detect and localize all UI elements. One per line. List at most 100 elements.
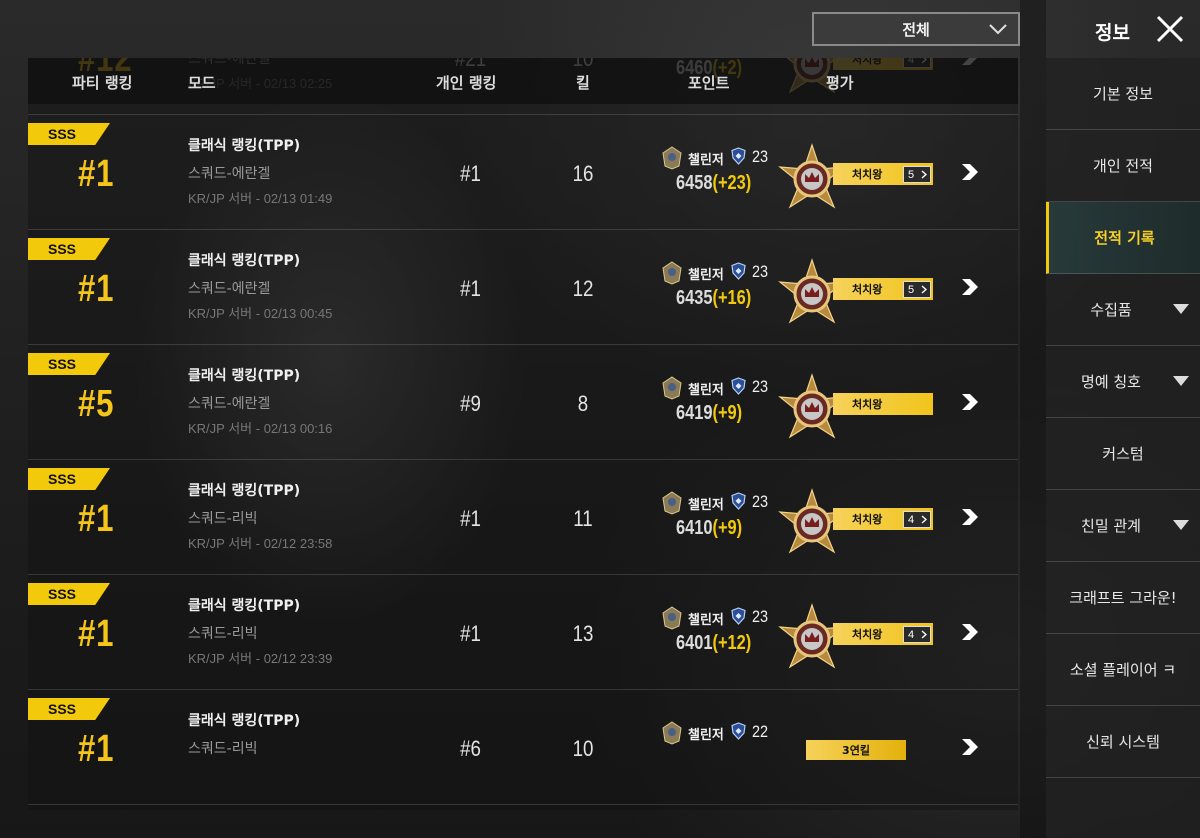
personal-rank: #1 — [460, 621, 481, 646]
kill-count: 8 — [577, 391, 589, 416]
award-label: 처치왕 — [852, 168, 883, 181]
tier-level: 23 — [752, 377, 769, 396]
sidebar-item-5[interactable]: 명예 칭호 — [1046, 346, 1200, 418]
sidebar-item-3[interactable]: 전적 기록 — [1046, 202, 1200, 274]
sidebar-item-8[interactable]: 크래프트 그라운! — [1046, 562, 1200, 634]
sidebar-item-10[interactable]: 신뢰 시스템 — [1046, 706, 1200, 778]
award-count[interactable]: 5 — [903, 166, 931, 183]
mode-map: 스쿼드-에란겔 — [188, 396, 271, 412]
server-time: KR/JP 서버 - 02/13 01:49 — [188, 191, 333, 206]
table-row[interactable]: SSS #5 클래식 랭킹(TPP) 스쿼드-에란겔 KR/JP 서버 - 02… — [28, 345, 1018, 460]
kill-count: 11 — [573, 506, 593, 531]
tier-name: 챌린저 — [688, 498, 724, 513]
chevron-right-icon[interactable] — [960, 162, 982, 182]
sidebar-item-label: 친밀 관계 — [1081, 517, 1141, 535]
tier-name: 챌린저 — [688, 728, 724, 743]
award-label: 처치왕 — [852, 283, 883, 296]
sidebar-item-2[interactable]: 개인 전적 — [1046, 130, 1200, 202]
server-time: KR/JP 서버 - 02/12 23:58 — [188, 536, 333, 551]
panel-gutter — [1020, 0, 1046, 838]
sidebar-item-9[interactable]: 소셜 플레이어 ㅋ — [1046, 634, 1200, 706]
kill-count: 12 — [572, 276, 594, 301]
party-rank: #1 — [78, 728, 115, 770]
award-count[interactable]: 4 — [903, 511, 931, 528]
kill-count: 16 — [572, 161, 594, 186]
award-count[interactable]: 4 — [903, 626, 931, 643]
mode-map: 스쿼드-에란겔 — [188, 281, 271, 297]
close-icon[interactable] — [1153, 12, 1187, 46]
chevron-right-icon[interactable] — [960, 277, 982, 297]
mode-map: 스쿼드-에란겔 — [188, 166, 271, 182]
sidebar-item-label: 소셜 플레이어 ㅋ — [1069, 661, 1177, 679]
points-delta: (+9) — [712, 402, 743, 424]
sidebar-item-7[interactable]: 친밀 관계 — [1046, 490, 1200, 562]
column-header-kills: 킬 — [576, 74, 590, 92]
party-rank: #1 — [78, 613, 115, 655]
grade-badge: SSS — [28, 123, 110, 145]
tier-name: 챌린저 — [688, 613, 724, 628]
sidebar-item-4[interactable]: 수집품 — [1046, 274, 1200, 346]
shield-icon — [731, 377, 746, 395]
chevron-right-icon[interactable] — [960, 392, 982, 412]
rank-points: 6401(+12) — [676, 632, 751, 655]
chevron-right-icon[interactable] — [960, 622, 982, 642]
points-delta: (+9) — [712, 517, 743, 539]
personal-rank: #1 — [460, 506, 481, 531]
shield-icon — [731, 722, 746, 740]
filter-value: 전체 — [902, 20, 930, 39]
chevron-right-icon — [921, 170, 927, 179]
kill-count: 13 — [572, 621, 594, 646]
table-header: 파티 랭킹 모드 개인 랭킹 킬 포인트 평가 — [28, 58, 1018, 104]
tier-level: 23 — [752, 262, 769, 281]
sidebar-item-label: 신뢰 시스템 — [1086, 733, 1160, 751]
sidebar-item-label: 크래프트 그라운! — [1069, 589, 1177, 607]
grade-badge: SSS — [28, 353, 110, 375]
points-value: 6458 — [676, 172, 713, 194]
chevron-right-icon[interactable] — [960, 507, 982, 527]
filter-dropdown[interactable]: 전체 — [812, 12, 1020, 46]
caret-down-icon — [1173, 520, 1189, 530]
table-row[interactable]: SSS #1 클래식 랭킹(TPP) 스쿼드-리빅 KR/JP 서버 - 02/… — [28, 575, 1018, 690]
points-value: 6419 — [676, 402, 713, 424]
shield-icon — [731, 492, 746, 510]
mode-name: 클래식 랭킹(TPP) — [188, 368, 301, 384]
tier-name: 챌린저 — [688, 268, 724, 283]
match-history-panel: 파티 랭킹 모드 개인 랭킹 킬 포인트 평가 #12 스쿼드-에란겔 KR/J… — [28, 58, 1018, 810]
grade-badge: SSS — [28, 238, 110, 260]
award-count[interactable]: 5 — [903, 281, 931, 298]
table-row[interactable]: SSS #1 클래식 랭킹(TPP) 스쿼드-리빅 KR/JP 서버 - 02/… — [28, 460, 1018, 575]
streak-label: 3연킬 — [842, 744, 870, 757]
personal-rank: #9 — [460, 391, 481, 416]
rank-points: 6410(+9) — [676, 517, 742, 540]
mode-map: 스쿼드-리빅 — [188, 741, 258, 757]
party-rank: #1 — [78, 498, 115, 540]
mode-map: 스쿼드-리빅 — [188, 511, 258, 527]
table-row[interactable]: SSS #1 클래식 랭킹(TPP) 스쿼드-리빅 #6 10 챌린저 22 3… — [28, 690, 1018, 805]
personal-rank: #6 — [460, 736, 481, 761]
sidebar-item-1[interactable]: 기본 정보 — [1046, 58, 1200, 130]
mode-name: 클래식 랭킹(TPP) — [188, 138, 301, 154]
table-row[interactable]: SSS #1 클래식 랭킹(TPP) 스쿼드-에란겔 KR/JP 서버 - 02… — [28, 115, 1018, 230]
grade-badge: SSS — [28, 698, 110, 720]
tier-emblem-icon — [662, 491, 682, 515]
sidebar-item-label: 기본 정보 — [1093, 85, 1153, 103]
shield-icon — [731, 607, 746, 625]
rank-points: 6458(+23) — [676, 172, 751, 195]
personal-rank: #1 — [460, 161, 481, 186]
sidebar-item-label: 개인 전적 — [1093, 157, 1153, 175]
party-rank: #1 — [78, 153, 115, 195]
sidebar-item-6[interactable]: 커스텀 — [1046, 418, 1200, 490]
chevron-right-icon[interactable] — [960, 737, 982, 757]
tier-name: 챌린저 — [688, 153, 724, 168]
party-rank: #1 — [78, 268, 115, 310]
table-row[interactable]: SSS #1 클래식 랭킹(TPP) 스쿼드-에란겔 KR/JP 서버 - 02… — [28, 230, 1018, 345]
caret-down-icon — [1173, 376, 1189, 386]
personal-rank: #1 — [460, 276, 481, 301]
points-delta: (+16) — [712, 287, 752, 309]
server-time: KR/JP 서버 - 02/13 00:16 — [188, 421, 333, 436]
streak-badge: 3연킬 — [806, 740, 906, 760]
award-count-value: 4 — [908, 628, 915, 641]
column-header-evaluation: 평가 — [826, 74, 854, 92]
points-value: 6401 — [676, 632, 713, 654]
sidebar: 기본 정보 개인 전적 전적 기록 수집품 명예 칭호 커스텀 친밀 관계 크래… — [1046, 58, 1200, 838]
